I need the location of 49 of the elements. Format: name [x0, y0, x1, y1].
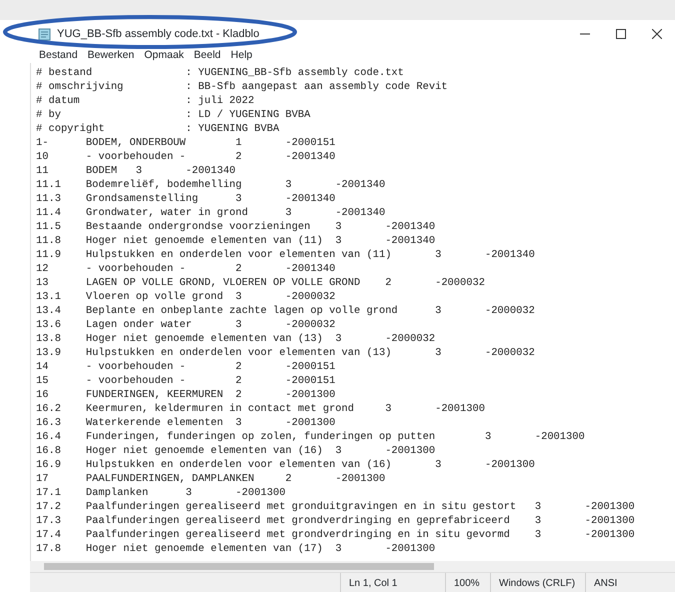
- text-line: # omschrijving : BB-Sfb aangepast aan assembly code Revit: [36, 80, 448, 94]
- text-line: 11.9 Hulpstukken en onderdelen voor elementen van (11) 3 -2001340: [36, 248, 535, 262]
- status-field: Windows (CRLF): [490, 573, 585, 592]
- text-line: 11.3 Grondsamenstelling 3 -2001340: [36, 192, 336, 206]
- text-line: 13.8 Hoger niet genoemde elementen van (13) 3 -2000032: [36, 332, 436, 346]
- text-line: 10 - voorbehouden - 2 -2001340: [36, 150, 336, 164]
- horizontal-scrollbar[interactable]: [30, 561, 675, 572]
- menu-item[interactable]: Bewerken: [82, 48, 140, 64]
- text-line: 16.4 Funderingen, funderingen op zolen, funderingen op putten 3 -2001300: [36, 430, 585, 444]
- text-line: 16.8 Hoger niet genoemde elementen van (16) 3 -2001300: [36, 444, 436, 458]
- text-line: 13.9 Hulpstukken en onderdelen voor elementen van (13) 3 -2000032: [36, 346, 535, 360]
- status-field: Ln 1, Col 1: [340, 573, 445, 592]
- text-line: # copyright : YUGENING BVBA: [36, 122, 280, 136]
- text-line: # datum : juli 2022: [36, 94, 254, 108]
- text-line: 16.3 Waterkerende elementen 3 -2001300: [36, 416, 336, 430]
- menu-item[interactable]: Beeld: [188, 48, 226, 64]
- window-title: YUG_BB-Sfb assembly code.txt - Kladblo: [57, 26, 260, 42]
- text-line: # bestand : YUGENING_BB-Sfb assembly code.txt: [36, 66, 404, 80]
- text-line: 1- BODEM, ONDERBOUW 1 -2000151: [36, 136, 336, 150]
- text-line: 16 FUNDERINGEN, KEERMUREN 2 -2001300: [36, 388, 336, 402]
- text-line: 17 PAALFUNDERINGEN, DAMPLANKEN 2 -2001300: [36, 472, 386, 486]
- text-line: 16.9 Hulpstukken en onderdelen voor elementen van (16) 3 -2001300: [36, 458, 535, 472]
- text-line: 13.1 Vloeren op volle grond 3 -2000032: [36, 290, 336, 304]
- text-line: 16.2 Keermuren, keldermuren in contact met grond 3 -2001300: [36, 402, 485, 416]
- text-line: 12 - voorbehouden - 2 -2001340: [36, 262, 336, 276]
- text-line: 13 LAGEN OP VOLLE GROND, VLOEREN OP VOLLE GROND 2 -2000032: [36, 276, 485, 290]
- maximize-icon: [616, 29, 626, 39]
- text-line: 17.1 Damplanken 3 -2001300: [36, 486, 286, 500]
- text-line: 17.4 Paalfunderingen gerealiseerd met grondverdringing en in situ gevormd 3 -2001300: [36, 528, 635, 542]
- text-line: 11.5 Bestaande ondergrondse voorzieningen 3 -2001340: [36, 220, 436, 234]
- text-line: 13.6 Lagen onder water 3 -2000032: [36, 318, 336, 332]
- notepad-icon: [38, 28, 51, 40]
- close-icon: [652, 29, 662, 39]
- text-line: 17.8 Hoger niet genoemde elementen van (17) 3 -2001300: [36, 542, 436, 556]
- text-line: # by : LD / YUGENING BVBA: [36, 108, 310, 122]
- text-line: 17.2 Paalfunderingen gerealiseerd met gronduitgravingen en in situ gestort 3 -2001300: [36, 500, 635, 514]
- menu-item[interactable]: Bestand: [34, 48, 83, 64]
- text-line: 17.3 Paalfunderingen gerealiseerd met grondverdringing en geprefabriceerd 3 -2001300: [36, 514, 635, 528]
- text-line: 14 - voorbehouden - 2 -2000151: [36, 360, 336, 374]
- text-line: 13.4 Beplante en onbeplante zachte lagen op volle grond 3 -2000032: [36, 304, 535, 318]
- text-line: 11.8 Hoger niet genoemde elementen van (11) 3 -2001340: [36, 234, 436, 248]
- status-field: 100%: [445, 573, 490, 592]
- text-line: 11.4 Grondwater, water in grond 3 -2001340: [36, 206, 386, 220]
- menu-item[interactable]: Opmaak: [139, 48, 189, 64]
- text-line: 11.1 Bodemreliëf, bodemhelling 3 -2001340: [36, 178, 386, 192]
- menu-item[interactable]: Help: [226, 48, 258, 64]
- status-field: ANSI: [585, 573, 645, 592]
- text-line: 15 - voorbehouden - 2 -2000151: [36, 374, 336, 388]
- text-line: 11 BODEM 3 -2001340: [36, 164, 236, 178]
